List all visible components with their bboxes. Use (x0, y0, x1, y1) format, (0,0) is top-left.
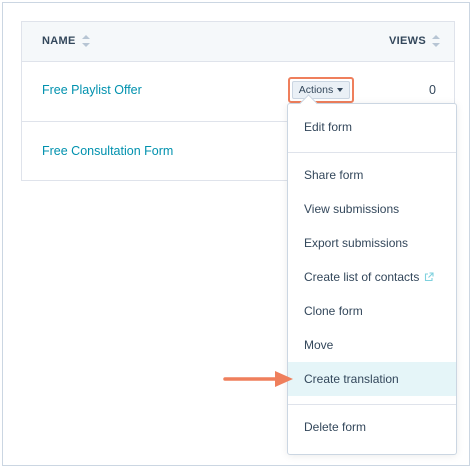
form-name-link[interactable]: Free Playlist Offer (42, 83, 142, 97)
external-link-icon (425, 272, 434, 282)
menu-item-label: Edit form (304, 120, 353, 134)
column-header-name[interactable]: NAME (42, 35, 90, 47)
form-name-link[interactable]: Free Consultation Form (42, 144, 173, 158)
actions-dropdown-menu: Edit form Share form View submissions Ex… (287, 103, 457, 455)
menu-item-label: View submissions (304, 202, 400, 216)
menu-divider (288, 404, 456, 405)
menu-item-label: Delete form (304, 420, 367, 434)
sort-icon[interactable] (432, 35, 440, 47)
menu-item-delete-form[interactable]: Delete form (288, 410, 456, 444)
screenshot-frame: NAME VIEWS Free Playlist Offer Actions 0… (2, 2, 470, 466)
menu-item-label: Export submissions (304, 236, 409, 250)
menu-item-create-translation[interactable]: Create translation (288, 362, 456, 396)
menu-item-label: Clone form (304, 304, 363, 318)
menu-divider (288, 152, 456, 153)
menu-item-label: Share form (304, 168, 364, 182)
caret-down-icon (337, 88, 344, 92)
actions-button-label: Actions (298, 84, 334, 96)
menu-item-label: Create list of contacts (304, 270, 420, 284)
actions-button[interactable]: Actions (292, 81, 350, 99)
column-header-views[interactable]: VIEWS (389, 35, 440, 47)
views-count: 0 (429, 83, 436, 97)
sort-icon[interactable] (81, 35, 90, 47)
menu-item-label: Create translation (304, 372, 399, 386)
menu-item-label: Move (304, 338, 334, 352)
actions-button-highlight: Actions (288, 77, 354, 103)
menu-item-move[interactable]: Move (288, 328, 456, 362)
annotation-arrow-icon (223, 371, 293, 387)
column-header-views-label: VIEWS (389, 35, 426, 47)
menu-item-create-list-of-contacts[interactable]: Create list of contacts (288, 260, 456, 294)
menu-item-view-submissions[interactable]: View submissions (288, 192, 456, 226)
menu-item-edit-form[interactable]: Edit form (288, 110, 456, 144)
column-header-name-label: NAME (42, 35, 76, 47)
menu-item-clone-form[interactable]: Clone form (288, 294, 456, 328)
menu-item-export-submissions[interactable]: Export submissions (288, 226, 456, 260)
table-header: NAME VIEWS (22, 22, 454, 62)
menu-item-share-form[interactable]: Share form (288, 158, 456, 192)
